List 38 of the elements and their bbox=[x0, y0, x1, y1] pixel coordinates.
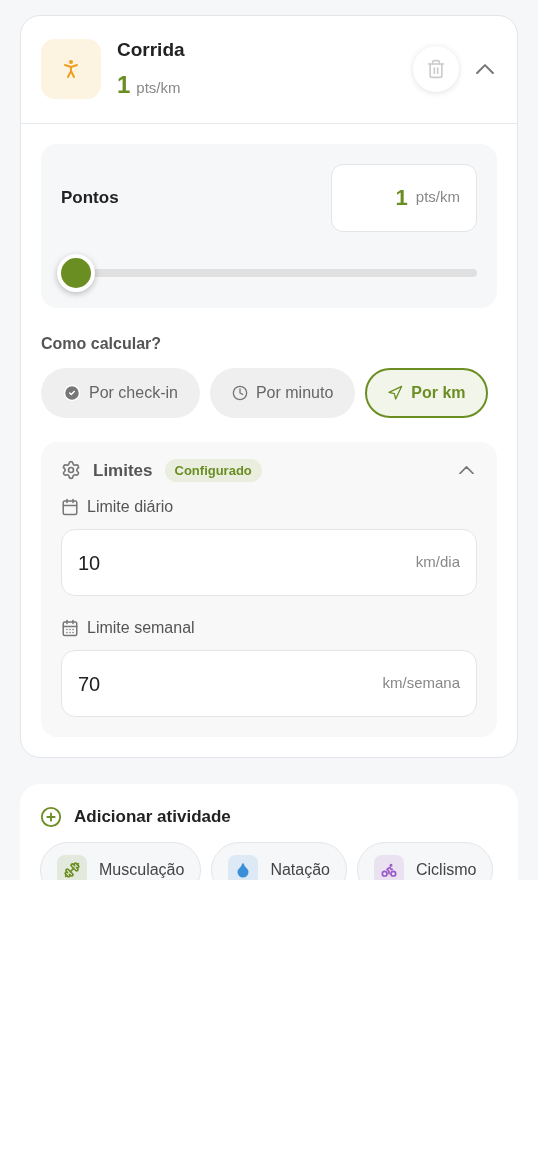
calculation-option[interactable]: Por check-in bbox=[41, 367, 200, 418]
limit-unit: km/dia bbox=[415, 552, 460, 573]
limit-input[interactable]: 10 km/dia bbox=[61, 529, 477, 596]
slider-thumb[interactable] bbox=[57, 253, 95, 292]
check-circle-icon bbox=[63, 383, 81, 402]
points-input-value: 1 bbox=[395, 184, 408, 212]
limit-label: Limite diário bbox=[87, 497, 174, 517]
points-unit: pts/km bbox=[136, 77, 181, 98]
limit-label: Limite semanal bbox=[87, 618, 195, 638]
activity-title: Corrida bbox=[117, 38, 186, 62]
trash-icon bbox=[426, 59, 446, 80]
activity-option[interactable]: Musculação bbox=[40, 841, 202, 880]
limits-collapse-button[interactable] bbox=[459, 466, 474, 475]
section-label: Como calcular? bbox=[41, 333, 163, 354]
limit-value: 70 bbox=[78, 671, 101, 697]
navigation-arrow-icon bbox=[387, 384, 404, 401]
calculation-option[interactable]: Por minuto bbox=[209, 367, 356, 418]
limit-input[interactable]: 70 km/semana bbox=[61, 650, 477, 717]
activity-option[interactable]: Ciclismo bbox=[356, 841, 494, 880]
add-activity-title: Adicionar atividade bbox=[74, 806, 231, 828]
slider[interactable] bbox=[57, 253, 477, 292]
calendar-icon bbox=[61, 619, 79, 637]
points-input[interactable]: 1 pts/km bbox=[331, 163, 477, 232]
calendar-icon bbox=[61, 498, 79, 516]
chevron-up-icon bbox=[476, 64, 494, 75]
points-value: 1 bbox=[117, 69, 131, 100]
add-circle-icon bbox=[40, 805, 62, 828]
limit-value: 10 bbox=[78, 550, 101, 576]
activity-option[interactable]: Natação bbox=[211, 841, 347, 880]
points-input-unit: pts/km bbox=[415, 187, 460, 208]
settings-icon bbox=[61, 460, 81, 481]
points-label: Pontos bbox=[61, 186, 119, 209]
limits-title: Limites bbox=[93, 459, 153, 482]
clock-icon bbox=[231, 384, 248, 401]
configured-badge: Configurado bbox=[164, 458, 262, 482]
collapse-button[interactable] bbox=[476, 64, 494, 75]
limit-unit: km/semana bbox=[382, 673, 460, 694]
chevron-up-icon bbox=[459, 466, 474, 475]
